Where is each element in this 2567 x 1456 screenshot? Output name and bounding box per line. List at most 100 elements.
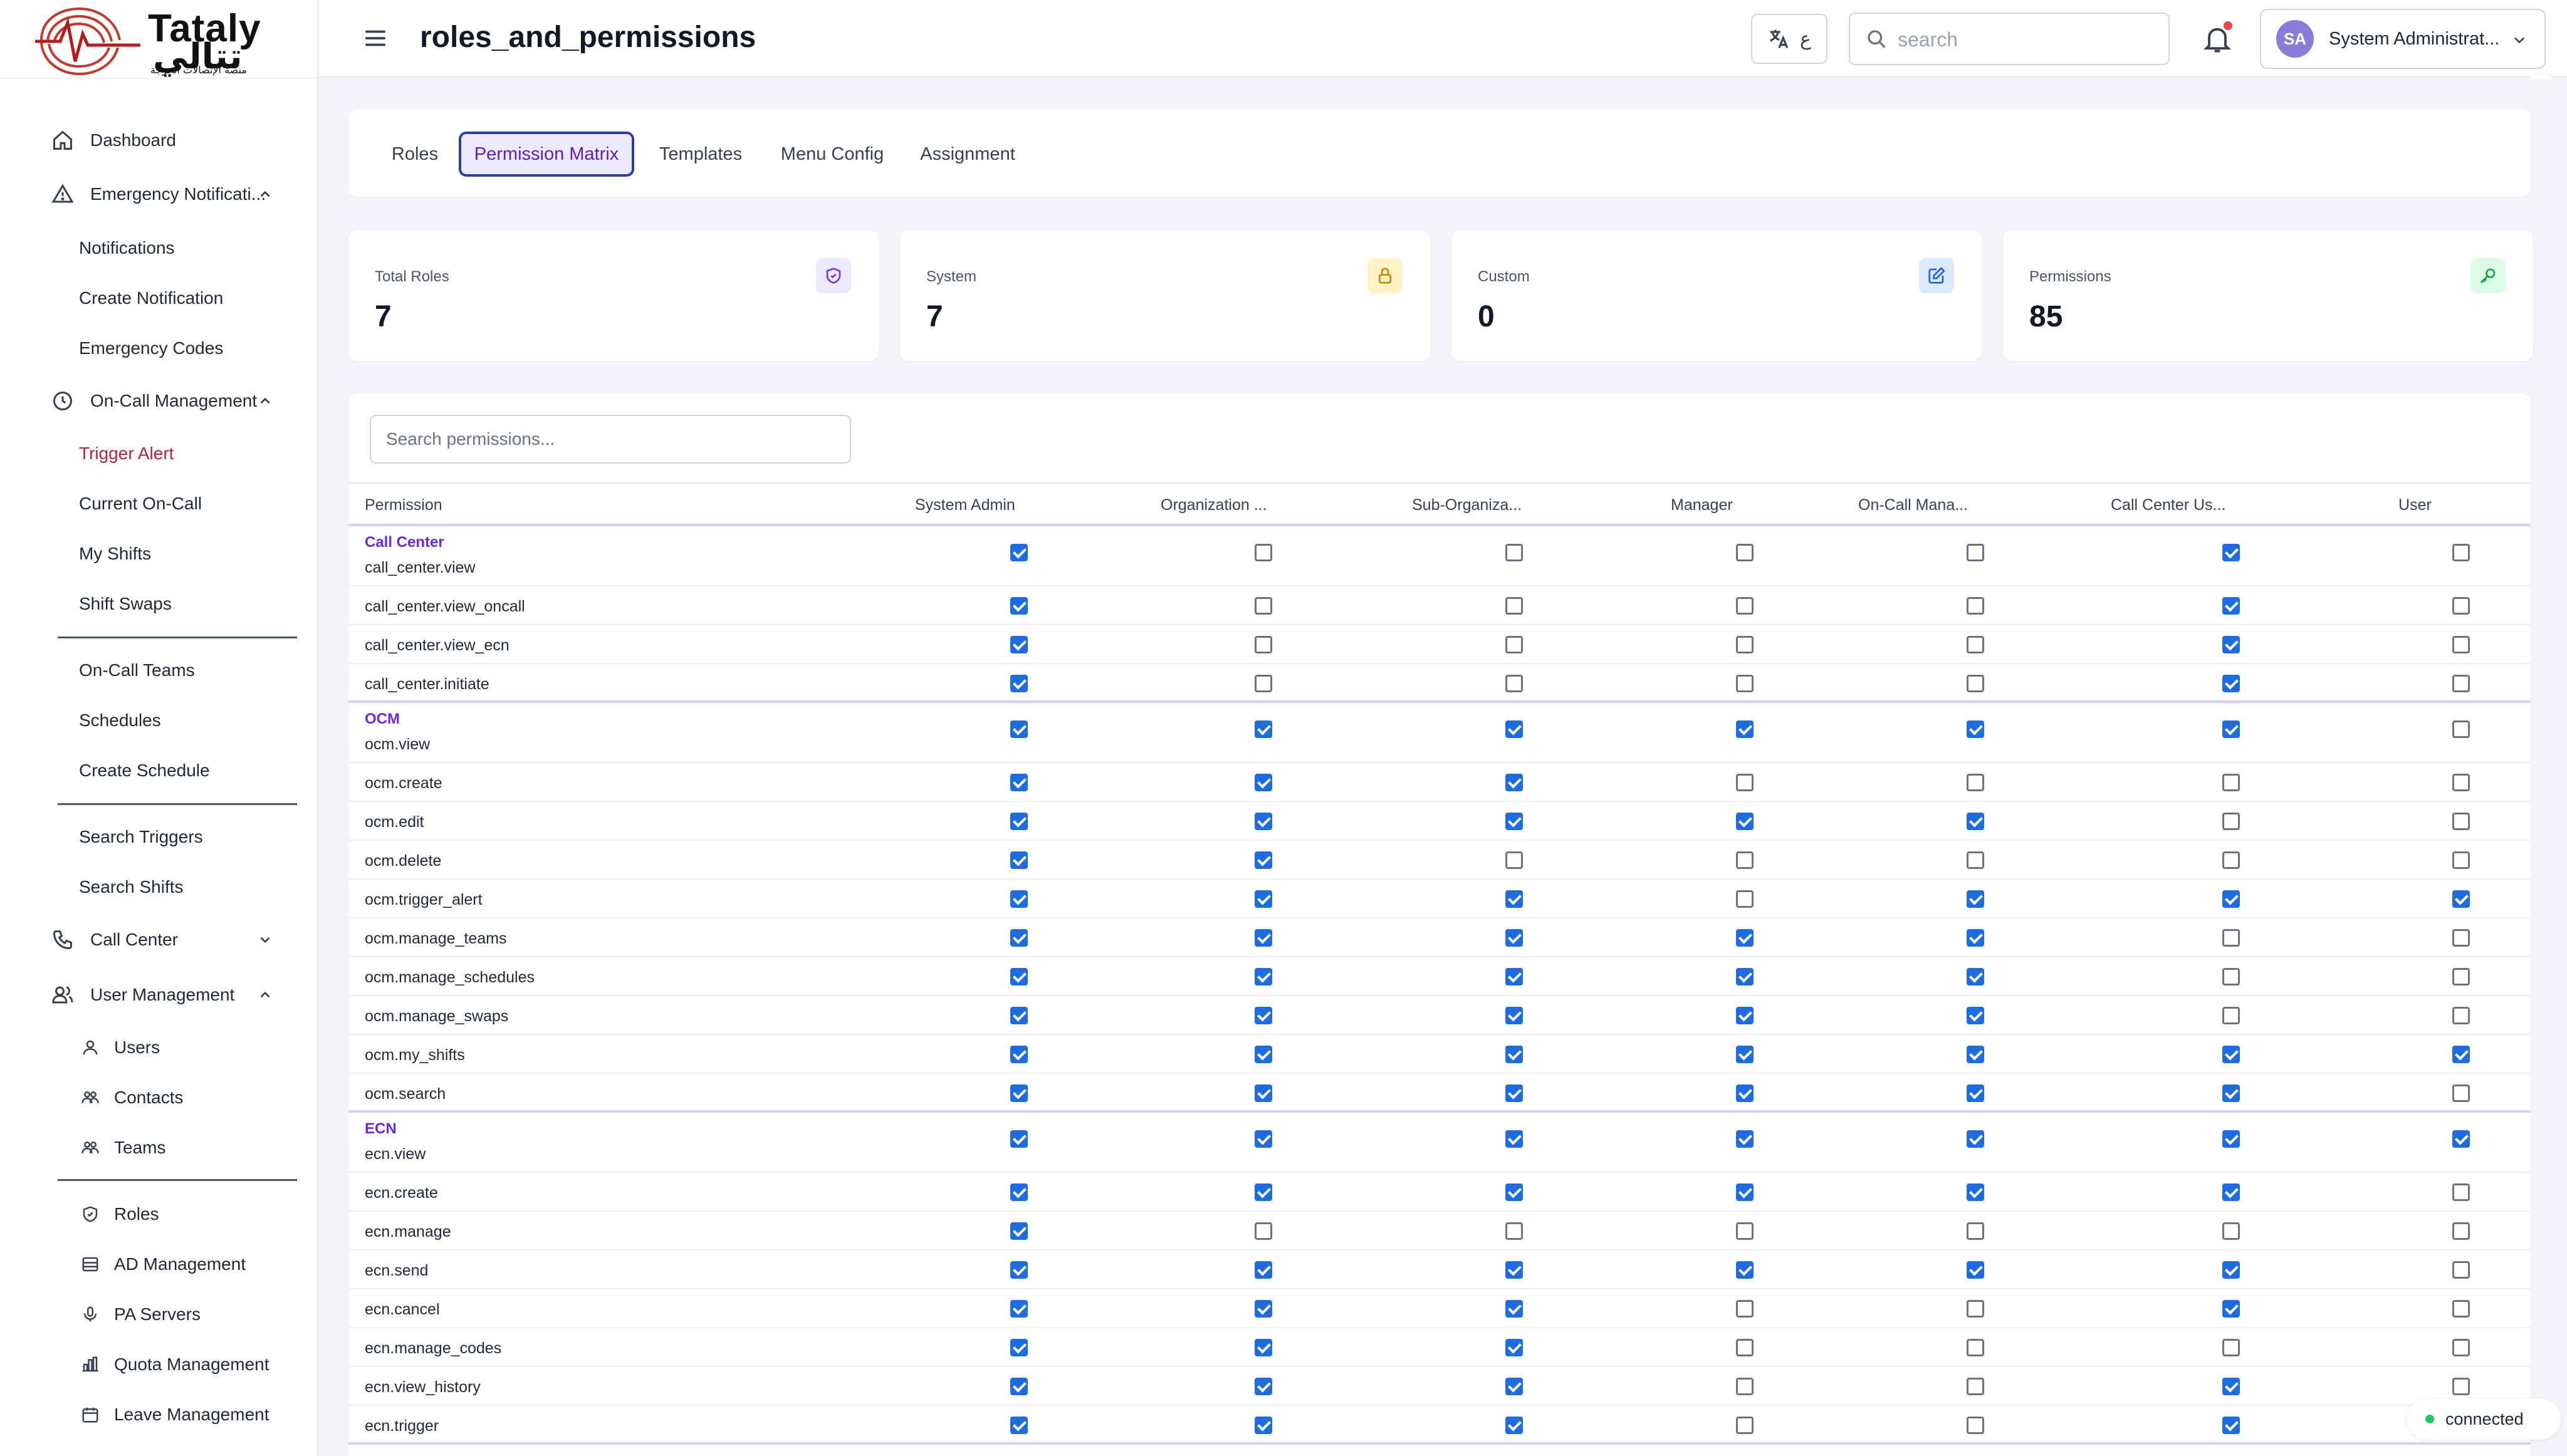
permission-checkbox[interactable] xyxy=(1967,1046,1984,1063)
sidebar-item-schedules[interactable]: Schedules xyxy=(79,702,161,739)
sidebar-item-teams[interactable]: Teams xyxy=(79,1129,165,1167)
tab-menu-config[interactable]: Menu Config xyxy=(776,132,889,177)
permission-checkbox[interactable] xyxy=(1010,720,1028,738)
permission-checkbox[interactable] xyxy=(1967,675,1984,692)
permission-checkbox[interactable] xyxy=(2222,1378,2240,1395)
permission-checkbox[interactable] xyxy=(1505,1300,1523,1318)
search-input[interactable] xyxy=(1898,25,2161,54)
permission-checkbox[interactable] xyxy=(1255,1300,1272,1318)
permission-checkbox[interactable] xyxy=(1967,1417,1984,1434)
permission-checkbox[interactable] xyxy=(1505,720,1523,738)
permission-checkbox[interactable] xyxy=(1505,929,1523,947)
permission-checkbox[interactable] xyxy=(2222,1300,2240,1318)
permission-checkbox[interactable] xyxy=(1010,1084,1028,1102)
sidebar-item-quota-management[interactable]: Quota Management xyxy=(79,1346,269,1383)
permission-checkbox[interactable] xyxy=(2452,1084,2470,1102)
permission-checkbox[interactable] xyxy=(1736,720,1754,738)
permission-checkbox[interactable] xyxy=(1505,1084,1523,1102)
sidebar-item-leave-management[interactable]: Leave Management xyxy=(79,1396,269,1433)
permission-checkbox[interactable] xyxy=(1736,1183,1754,1201)
tab-permission-matrix[interactable]: Permission Matrix xyxy=(459,132,634,177)
permission-checkbox[interactable] xyxy=(1255,851,1272,869)
permission-checkbox[interactable] xyxy=(1967,1084,1984,1102)
permission-checkbox[interactable] xyxy=(1010,1261,1028,1279)
permission-checkbox[interactable] xyxy=(1967,1222,1984,1240)
permission-checkbox[interactable] xyxy=(1010,1417,1028,1434)
permission-checkbox[interactable] xyxy=(2452,675,2470,692)
permission-checkbox[interactable] xyxy=(1505,813,1523,830)
permission-checkbox[interactable] xyxy=(1010,929,1028,947)
permission-checkbox[interactable] xyxy=(2222,929,2240,947)
permission-checkbox[interactable] xyxy=(2452,597,2470,615)
sidebar-item-on-call-teams[interactable]: On-Call Teams xyxy=(79,652,195,689)
permission-checkbox[interactable] xyxy=(2222,1084,2240,1102)
permission-checkbox[interactable] xyxy=(1736,1084,1754,1102)
permission-checkbox[interactable] xyxy=(1010,851,1028,869)
permission-checkbox[interactable] xyxy=(1255,1378,1272,1395)
permission-checkbox[interactable] xyxy=(1010,774,1028,791)
permission-checkbox[interactable] xyxy=(1010,1183,1028,1201)
permission-checkbox[interactable] xyxy=(1255,1130,1272,1148)
permission-checkbox[interactable] xyxy=(1736,929,1754,947)
sidebar-item-search-shifts[interactable]: Search Shifts xyxy=(79,868,184,906)
sidebar-item-users[interactable]: Users xyxy=(79,1029,160,1066)
sidebar-item-on-call-management[interactable]: On-Call Management xyxy=(51,382,270,420)
permission-checkbox[interactable] xyxy=(2222,636,2240,653)
permission-checkbox[interactable] xyxy=(1010,1222,1028,1240)
permission-checkbox[interactable] xyxy=(2222,1183,2240,1201)
permission-checkbox[interactable] xyxy=(2222,544,2240,561)
permission-checkbox[interactable] xyxy=(2222,1339,2240,1356)
permission-checkbox[interactable] xyxy=(2452,636,2470,653)
permission-checkbox[interactable] xyxy=(1255,720,1272,738)
permission-checkbox[interactable] xyxy=(1505,675,1523,692)
permission-checkbox[interactable] xyxy=(1505,1130,1523,1148)
permission-checkbox[interactable] xyxy=(2452,968,2470,985)
permission-checkbox[interactable] xyxy=(1010,1339,1028,1356)
permission-checkbox[interactable] xyxy=(2452,774,2470,791)
permission-checkbox[interactable] xyxy=(1255,1222,1272,1240)
tab-roles[interactable]: Roles xyxy=(379,132,451,177)
sidebar-item-emergency-notifications[interactable]: Emergency Notificati... xyxy=(51,175,270,213)
permission-checkbox[interactable] xyxy=(1505,1261,1523,1279)
sidebar-item-emergency-codes[interactable]: Emergency Codes xyxy=(79,330,223,367)
permission-checkbox[interactable] xyxy=(1736,813,1754,830)
permission-checkbox[interactable] xyxy=(1010,1130,1028,1148)
permission-checkbox[interactable] xyxy=(1255,813,1272,830)
permission-checkbox[interactable] xyxy=(1505,774,1523,791)
permission-checkbox[interactable] xyxy=(2222,890,2240,908)
permission-checkbox[interactable] xyxy=(1255,675,1272,692)
permission-checkbox[interactable] xyxy=(1736,1339,1754,1356)
hamburger-menu-icon[interactable] xyxy=(362,25,389,51)
permission-checkbox[interactable] xyxy=(1255,1084,1272,1102)
sidebar-item-roles[interactable]: Roles xyxy=(79,1195,159,1233)
tab-assignment[interactable]: Assignment xyxy=(911,132,1024,177)
sidebar-item-user-management[interactable]: User Management xyxy=(51,976,270,1014)
permission-checkbox[interactable] xyxy=(1967,1339,1984,1356)
permission-checkbox[interactable] xyxy=(1505,890,1523,908)
permission-checkbox[interactable] xyxy=(1967,813,1984,830)
user-menu-button[interactable]: SA System Administrat... xyxy=(2260,9,2546,69)
permission-checkbox[interactable] xyxy=(1010,968,1028,985)
sidebar-item-current-on-call[interactable]: Current On-Call xyxy=(79,485,202,523)
sidebar-item-dashboard[interactable]: Dashboard xyxy=(51,122,176,159)
sidebar-item-shift-swaps[interactable]: Shift Swaps xyxy=(79,585,172,623)
language-toggle-button[interactable]: ع xyxy=(1751,14,1827,64)
tataly-logo[interactable]: Tataly تتالي منصة الإتصالات الحرجة xyxy=(35,4,286,78)
permission-checkbox[interactable] xyxy=(1967,851,1984,869)
permission-checkbox[interactable] xyxy=(1505,544,1523,561)
permission-checkbox[interactable] xyxy=(1967,774,1984,791)
sidebar-item-my-shifts[interactable]: My Shifts xyxy=(79,535,151,573)
permission-checkbox[interactable] xyxy=(2452,1046,2470,1063)
permission-checkbox[interactable] xyxy=(1736,1222,1754,1240)
permission-checkbox[interactable] xyxy=(1736,1261,1754,1279)
permission-checkbox[interactable] xyxy=(1505,1339,1523,1356)
permission-checkbox[interactable] xyxy=(1255,890,1272,908)
permission-checkbox[interactable] xyxy=(1967,1261,1984,1279)
permission-checkbox[interactable] xyxy=(1967,968,1984,985)
permission-checkbox[interactable] xyxy=(2222,720,2240,738)
permission-checkbox[interactable] xyxy=(1010,544,1028,561)
permission-checkbox[interactable] xyxy=(1736,968,1754,985)
permission-checkbox[interactable] xyxy=(1505,1378,1523,1395)
permission-checkbox[interactable] xyxy=(2222,774,2240,791)
permission-checkbox[interactable] xyxy=(1010,813,1028,830)
